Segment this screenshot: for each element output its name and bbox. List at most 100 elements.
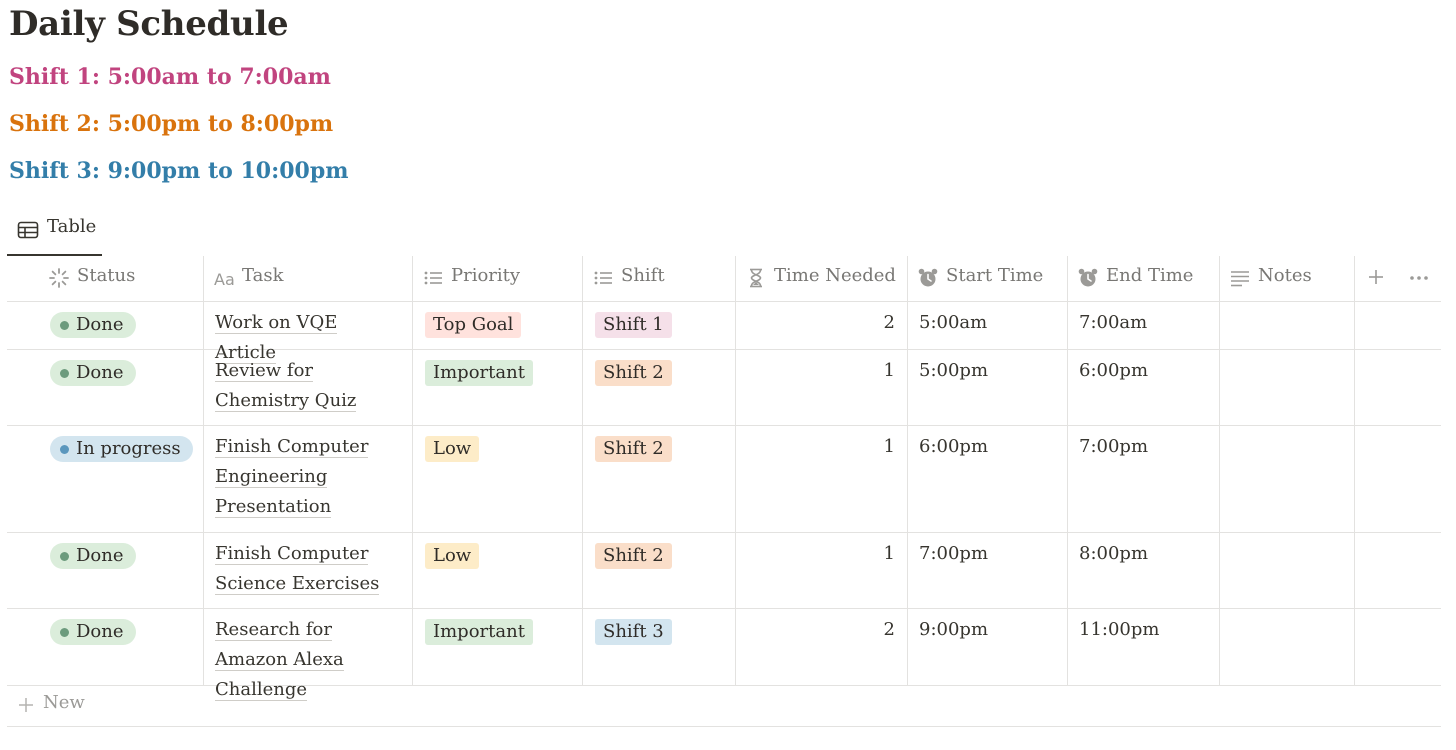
start-time-cell[interactable]: 6:00pm	[908, 426, 1068, 532]
alarm-clock-icon	[1078, 268, 1098, 287]
task-cell[interactable]: Finish Computer Engineering Presentation	[204, 426, 413, 532]
status-cell[interactable]: In progress	[7, 426, 204, 532]
task-cell[interactable]: Review for Chemistry Quiz	[204, 350, 413, 425]
status-cell[interactable]: Done	[7, 533, 204, 608]
status-cell[interactable]: Done	[7, 350, 204, 425]
notes-cell[interactable]	[1220, 426, 1355, 532]
time-needed-cell[interactable]: 1	[736, 350, 908, 425]
end-time-value: 6:00pm	[1079, 360, 1149, 381]
column-header-end-time[interactable]: End Time	[1068, 256, 1220, 301]
column-header-start-time[interactable]: Start Time	[908, 256, 1068, 301]
task-title-text: Finish Computer Science Exercises	[215, 543, 380, 595]
add-column-cell[interactable]	[1355, 426, 1441, 532]
notes-cell[interactable]	[1220, 302, 1355, 349]
task-cell[interactable]: Work on VQE Article	[204, 302, 413, 364]
ellipsis-icon[interactable]	[1409, 268, 1429, 286]
priority-cell[interactable]: Important	[413, 350, 583, 425]
status-loader-icon	[49, 268, 69, 288]
status-badge: Done	[50, 312, 136, 338]
text-aa-icon: Aa	[214, 270, 235, 289]
shift-tag: Shift 2	[595, 360, 672, 386]
start-time-value: 5:00pm	[919, 360, 989, 381]
column-label-shift: Shift	[621, 265, 665, 286]
task-title-text: Finish Computer Engineering Presentation	[215, 436, 369, 518]
start-time-cell[interactable]: 5:00am	[908, 302, 1068, 349]
notes-cell[interactable]	[1220, 533, 1355, 608]
task-cell[interactable]: Finish Computer Science Exercises	[204, 533, 413, 608]
time-needed-value: 2	[883, 619, 895, 640]
table-row[interactable]: Done Review for Chemistry Quiz Important Sh…	[7, 350, 1441, 426]
shift-1-line: Shift 1: 5:00am to 7:00am	[9, 64, 331, 90]
column-label-task: Task	[242, 265, 284, 286]
task-title[interactable]: Finish Computer Engineering Presentation	[215, 432, 400, 522]
new-row-label: New	[43, 692, 85, 713]
end-time-cell[interactable]: 6:00pm	[1068, 350, 1220, 425]
time-needed-value: 1	[883, 543, 895, 564]
start-time-cell[interactable]: 9:00pm	[908, 609, 1068, 685]
notes-cell[interactable]	[1220, 609, 1355, 685]
end-time-cell[interactable]: 8:00pm	[1068, 533, 1220, 608]
priority-cell[interactable]: Low	[413, 426, 583, 532]
plus-icon	[19, 698, 33, 712]
add-column-cell[interactable]	[1355, 350, 1441, 425]
end-time-cell[interactable]: 11:00pm	[1068, 609, 1220, 685]
column-header-task[interactable]: Aa Task	[204, 256, 413, 301]
start-time-cell[interactable]: 7:00pm	[908, 533, 1068, 608]
shift-cell[interactable]: Shift 2	[583, 426, 736, 532]
table-row[interactable]: Done Finish Computer Science Exercises Low…	[7, 533, 1441, 609]
column-header-notes[interactable]: Notes	[1220, 256, 1355, 301]
start-time-value: 6:00pm	[919, 436, 989, 457]
end-time-cell[interactable]: 7:00am	[1068, 302, 1220, 349]
time-needed-cell[interactable]: 2	[736, 302, 908, 349]
status-cell[interactable]: Done	[7, 609, 204, 685]
status-dot-icon	[60, 321, 69, 330]
priority-cell[interactable]: Low	[413, 533, 583, 608]
column-label-status: Status	[77, 265, 136, 286]
priority-cell[interactable]: Top Goal	[413, 302, 583, 349]
shift-tag: Shift 2	[595, 436, 672, 462]
table-row[interactable]: Done Research for Amazon Alexa Challenge I…	[7, 609, 1441, 701]
priority-tag: Top Goal	[425, 312, 522, 338]
time-needed-cell[interactable]: 2	[736, 609, 908, 685]
time-needed-cell[interactable]: 1	[736, 426, 908, 532]
shift-cell[interactable]: Shift 2	[583, 350, 736, 425]
column-header-priority[interactable]: Priority	[413, 256, 583, 301]
start-time-value: 9:00pm	[919, 619, 989, 640]
new-row-button[interactable]: New	[7, 686, 1441, 727]
status-badge: Done	[50, 619, 136, 645]
add-column-cell[interactable]	[1355, 533, 1441, 608]
start-time-cell[interactable]: 5:00pm	[908, 350, 1068, 425]
notes-cell[interactable]	[1220, 350, 1355, 425]
time-needed-value: 1	[883, 360, 895, 381]
status-cell[interactable]: Done	[7, 302, 204, 349]
task-cell[interactable]: Research for Amazon Alexa Challenge	[204, 609, 413, 701]
task-title[interactable]: Finish Computer Science Exercises	[215, 539, 400, 599]
task-title[interactable]: Review for Chemistry Quiz	[215, 356, 400, 416]
status-label: Done	[76, 621, 124, 642]
column-header-status[interactable]: Status	[7, 256, 204, 301]
time-needed-cell[interactable]: 1	[736, 533, 908, 608]
status-badge: Done	[50, 360, 136, 386]
status-label: In progress	[76, 438, 181, 459]
alarm-clock-icon	[918, 268, 938, 287]
add-column-cell[interactable]	[1355, 302, 1441, 349]
priority-tag: Low	[425, 436, 480, 462]
shift-cell[interactable]: Shift 3	[583, 609, 736, 685]
plus-icon[interactable]	[1367, 268, 1385, 286]
column-header-time-needed[interactable]: Time Needed	[736, 256, 908, 301]
end-time-cell[interactable]: 7:00pm	[1068, 426, 1220, 532]
shift-2-line: Shift 2: 5:00pm to 8:00pm	[9, 111, 334, 137]
add-column-cell[interactable]	[1355, 609, 1441, 685]
status-badge: In progress	[50, 436, 193, 462]
priority-cell[interactable]: Important	[413, 609, 583, 685]
table-row[interactable]: Done Work on VQE Article Top Goal Shift 1 2 5…	[7, 302, 1441, 364]
status-dot-icon	[60, 552, 69, 561]
table-row[interactable]: In progress Finish Computer Engineering P…	[7, 426, 1441, 533]
tab-table-view[interactable]: Table	[7, 210, 102, 256]
time-needed-value: 1	[883, 436, 895, 457]
shift-cell[interactable]: Shift 2	[583, 533, 736, 608]
shift-tag: Shift 1	[595, 312, 672, 338]
end-time-value: 7:00am	[1079, 312, 1148, 333]
shift-cell[interactable]: Shift 1	[583, 302, 736, 349]
column-header-shift[interactable]: Shift	[583, 256, 736, 301]
